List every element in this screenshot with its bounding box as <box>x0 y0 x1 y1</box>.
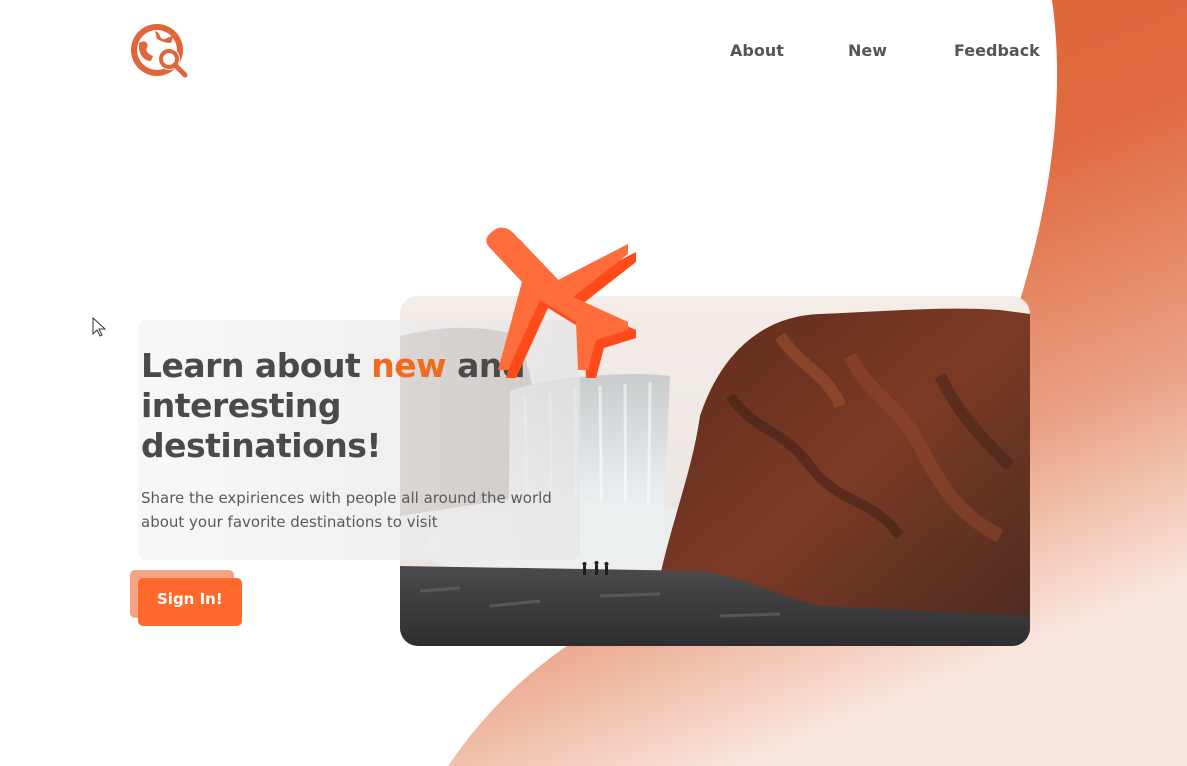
landing-page: About New Feedback Learn about new and i… <box>0 0 1187 766</box>
hero-subtext: Share the expiriences with people all ar… <box>141 489 552 531</box>
nav-link-about[interactable]: About <box>730 40 784 62</box>
nav-link-new[interactable]: New <box>848 40 887 62</box>
headline-text-start: Learn about <box>141 346 372 385</box>
signin-button-label: Sign In! <box>157 590 223 608</box>
mouse-pointer-icon <box>92 317 107 337</box>
logo-globe-search-icon[interactable] <box>129 21 191 81</box>
headline-accent-word: new <box>371 346 447 385</box>
airplane-icon <box>486 227 636 378</box>
signin-button[interactable]: Sign In! <box>138 578 242 626</box>
nav-link-feedback[interactable]: Feedback <box>954 40 1040 62</box>
